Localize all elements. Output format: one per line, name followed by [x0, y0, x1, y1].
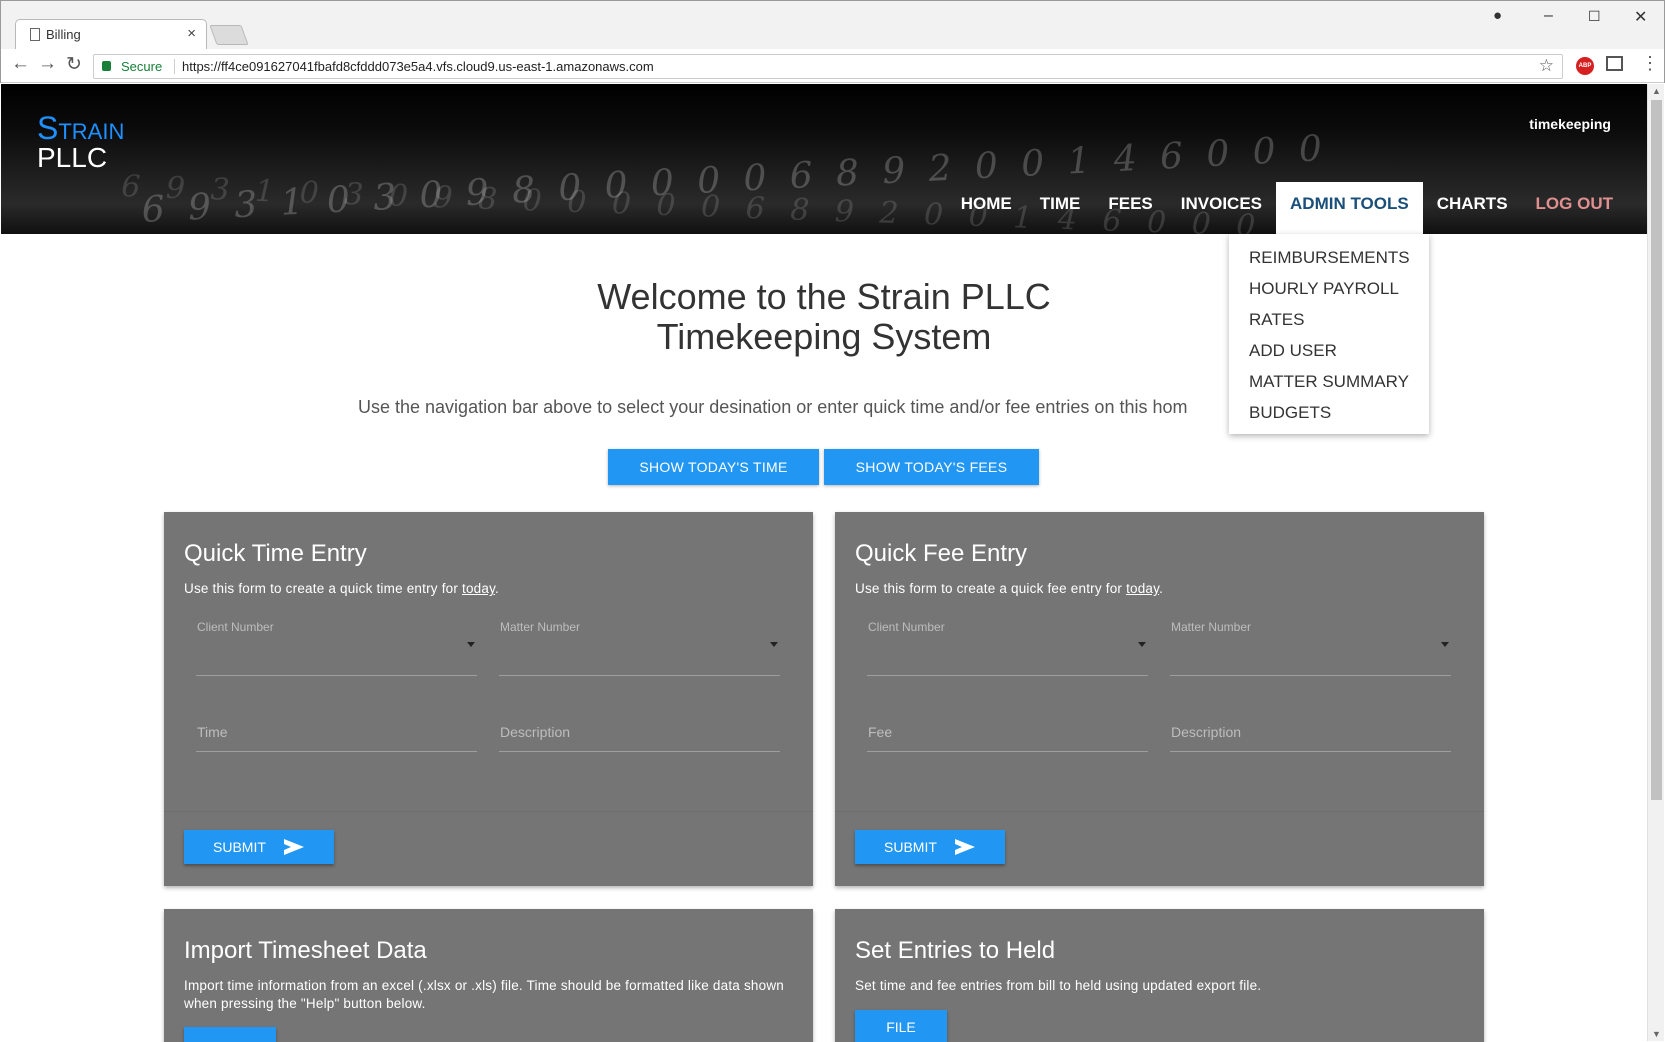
- lock-icon: [102, 61, 111, 71]
- tab-strip: Billing × ● – ☐ ✕: [1, 1, 1664, 49]
- nav-home[interactable]: HOME: [947, 189, 1026, 234]
- menu-item-reimbursements[interactable]: REIMBURSEMENTS: [1229, 242, 1429, 273]
- current-user: timekeeping: [1529, 116, 1611, 132]
- main-nav: HOME TIME FEES INVOICES ADMIN TOOLS CHAR…: [947, 182, 1627, 234]
- menu-item-rates[interactable]: RATES: [1229, 304, 1429, 335]
- nav-fees[interactable]: FEES: [1094, 189, 1166, 234]
- description-placeholder: Description: [1171, 724, 1242, 740]
- adblock-icon[interactable]: ABP: [1576, 57, 1594, 75]
- card-divider: [835, 811, 1484, 812]
- reload-icon[interactable]: ↻: [66, 53, 82, 76]
- import-title: Import Timesheet Data: [184, 937, 427, 964]
- quick-fee-submit-button[interactable]: SUBMIT: [855, 830, 1005, 864]
- import-file-button[interactable]: [184, 1027, 276, 1042]
- description-input[interactable]: Description: [499, 708, 780, 752]
- quick-fee-title: Quick Fee Entry: [855, 540, 1028, 567]
- forward-icon[interactable]: →: [38, 53, 57, 75]
- quick-time-subtitle-end: .: [495, 581, 499, 596]
- menu-item-hourly-payroll[interactable]: HOURLY PAYROLL: [1229, 273, 1429, 304]
- page-scrollbar[interactable]: ▲ ▼: [1647, 84, 1664, 1041]
- matter-number-label: Matter Number: [1171, 620, 1252, 634]
- set-entries-held-card: Set Entries to Held Set time and fee ent…: [835, 909, 1484, 1042]
- nav-admin-tools[interactable]: ADMIN TOOLS: [1276, 182, 1423, 234]
- caret-down-icon: [467, 642, 475, 647]
- import-timesheet-card: Import Timesheet Data Import time inform…: [164, 909, 813, 1042]
- held-title: Set Entries to Held: [855, 937, 1056, 964]
- quick-fee-subtitle-text: Use this form to create a quick fee entr…: [855, 581, 1127, 596]
- client-number-select[interactable]: Client Number: [196, 616, 477, 676]
- client-number-label: Client Number: [868, 620, 945, 634]
- client-number-select[interactable]: Client Number: [867, 616, 1148, 676]
- url-text[interactable]: https://ff4ce091627041fbafd8cfddd073e5a4…: [182, 59, 654, 74]
- description-input[interactable]: Description: [1170, 708, 1451, 752]
- cast-icon[interactable]: [1606, 56, 1623, 71]
- brand-logo[interactable]: Strain PLLC: [37, 112, 124, 172]
- nav-charts[interactable]: CHARTS: [1423, 189, 1522, 234]
- card-divider: [164, 811, 813, 812]
- submit-label: SUBMIT: [213, 839, 266, 855]
- menu-item-matter-summary[interactable]: MATTER SUMMARY: [1229, 366, 1429, 397]
- nav-invoices[interactable]: INVOICES: [1167, 189, 1276, 234]
- quick-fee-subtitle-end: .: [1159, 581, 1164, 596]
- window-close-icon[interactable]: ✕: [1634, 7, 1647, 27]
- browser-toolbar: ← → ↻ Secure https://ff4ce091627041fbafd…: [1, 49, 1664, 83]
- today-link: today: [1126, 581, 1160, 596]
- time-input[interactable]: Time: [196, 708, 477, 752]
- show-todays-fees-button[interactable]: SHOW TODAY'S FEES: [824, 449, 1039, 485]
- maximize-icon[interactable]: ☐: [1588, 8, 1601, 25]
- quick-time-title: Quick Time Entry: [184, 540, 367, 567]
- browser-chrome: Billing × ● – ☐ ✕ ← → ↻ Secure https://f…: [0, 0, 1665, 83]
- caret-down-icon: [1138, 642, 1146, 647]
- bookmark-star-icon[interactable]: ☆: [1539, 56, 1554, 76]
- scroll-down-icon[interactable]: ▼: [1652, 1029, 1661, 1039]
- matter-number-label: Matter Number: [500, 620, 581, 634]
- show-todays-time-button[interactable]: SHOW TODAY'S TIME: [608, 449, 819, 485]
- url-separator: [174, 59, 175, 74]
- new-tab-button[interactable]: [209, 25, 249, 45]
- secure-label: Secure: [121, 59, 163, 74]
- matter-number-select[interactable]: Matter Number: [499, 616, 780, 676]
- caret-down-icon: [1441, 642, 1449, 647]
- admin-tools-menu: REIMBURSEMENTS HOURLY PAYROLL RATES ADD …: [1229, 234, 1429, 434]
- browser-tab[interactable]: Billing ×: [15, 19, 207, 49]
- held-description: Set time and fee entries from bill to he…: [855, 978, 1262, 993]
- fee-placeholder: Fee: [868, 724, 893, 740]
- submit-label: SUBMIT: [884, 839, 937, 855]
- client-number-label: Client Number: [197, 620, 274, 634]
- site-header: 6 9 3 1 0 3 0 9 8 0 0 0 0 0 6 8 9 2 0 0 …: [1, 84, 1647, 234]
- quick-time-subtitle-text: Use this form to create a quick time ent…: [184, 581, 462, 596]
- time-placeholder: Time: [197, 724, 228, 740]
- profile-icon[interactable]: ●: [1493, 7, 1502, 24]
- nav-time[interactable]: TIME: [1026, 189, 1095, 234]
- quick-time-submit-button[interactable]: SUBMIT: [184, 830, 334, 864]
- scroll-up-icon[interactable]: ▲: [1652, 86, 1661, 96]
- caret-down-icon: [770, 642, 778, 647]
- page: 6 9 3 1 0 3 0 9 8 0 0 0 0 0 6 8 9 2 0 0 …: [1, 84, 1647, 1042]
- browser-menu-icon[interactable]: ⋮: [1641, 53, 1659, 74]
- page-icon: [30, 28, 40, 41]
- description-placeholder: Description: [500, 724, 571, 740]
- close-tab-icon[interactable]: ×: [187, 25, 196, 42]
- brand-name: Strain: [37, 110, 125, 146]
- back-icon[interactable]: ←: [11, 53, 30, 75]
- brand-suffix: PLLC: [37, 142, 108, 173]
- quick-time-subtitle: Use this form to create a quick time ent…: [184, 580, 499, 598]
- scroll-thumb[interactable]: [1651, 100, 1662, 800]
- minimize-icon[interactable]: –: [1544, 7, 1553, 25]
- menu-item-budgets[interactable]: BUDGETS: [1229, 397, 1429, 428]
- tab-title: Billing: [46, 27, 81, 42]
- quick-time-card: Quick Time Entry Use this form to create…: [164, 512, 813, 886]
- today-link: today: [462, 581, 496, 596]
- held-file-button[interactable]: FILE: [855, 1010, 947, 1042]
- nav-log-out[interactable]: LOG OUT: [1522, 189, 1627, 234]
- quick-fee-card: Quick Fee Entry Use this form to create …: [835, 512, 1484, 886]
- quick-fee-subtitle: Use this form to create a quick fee entr…: [855, 580, 1163, 598]
- import-description: Import time information from an excel (.…: [184, 978, 784, 1011]
- address-bar[interactable]: Secure https://ff4ce091627041fbafd8cfddd…: [93, 54, 1563, 79]
- fee-input[interactable]: Fee: [867, 708, 1148, 752]
- matter-number-select[interactable]: Matter Number: [1170, 616, 1451, 676]
- menu-item-add-user[interactable]: ADD USER: [1229, 335, 1429, 366]
- welcome-lead: Use the navigation bar above to select y…: [358, 397, 1188, 417]
